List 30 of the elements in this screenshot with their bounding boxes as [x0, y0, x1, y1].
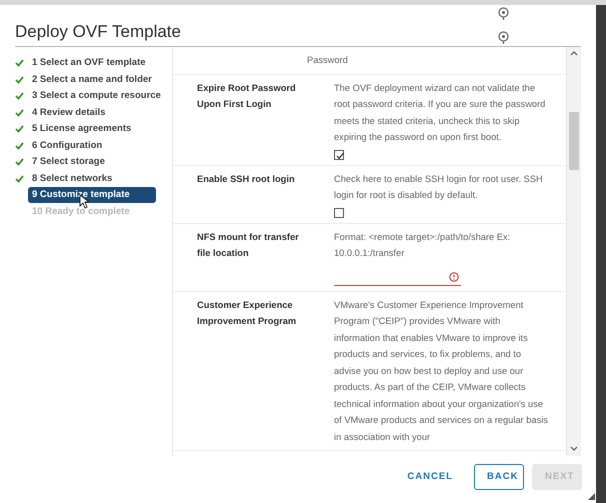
marker-icon — [498, 31, 509, 45]
resize-grip-icon[interactable] — [588, 493, 595, 500]
checkbox[interactable] — [334, 150, 344, 160]
marker-icon — [498, 7, 509, 21]
property-label: Customer Experience Improvement Program — [197, 298, 298, 328]
wizard-step[interactable]: 4 Review details — [28, 104, 110, 121]
wizard-step[interactable]: 1 Select an OVF template — [28, 55, 150, 72]
wizard-step[interactable]: 7 Select storage — [28, 154, 109, 170]
wizard-step[interactable]: 5 License agreements — [28, 121, 136, 138]
property-label: NFS mount for transfer file location — [197, 230, 300, 260]
scrollbar[interactable] — [567, 47, 581, 456]
property-label: Enable SSH root login — [197, 172, 296, 186]
property-description: Format: <remote target>:/path/to/share Ex: 10.0.0.1:/transfer — [334, 230, 512, 260]
wizard-step[interactable]: 3 Select a compute resource — [28, 88, 165, 104]
wizard-step[interactable]: 6 Configuration — [28, 138, 106, 154]
back-button[interactable]: BACK — [474, 464, 524, 490]
cancel-button[interactable]: CANCEL — [394, 464, 466, 490]
wizard-step[interactable]: 8 Select networks — [28, 170, 116, 187]
dialog-title: Deploy OVF Template — [15, 22, 181, 41]
property-description: Password — [307, 54, 349, 67]
wizard-step[interactable]: 9 Customize template — [28, 187, 156, 204]
property-description: VMware's Customer Experience Improvement Program ("CEIP") provides VMware with information that enables VMware to improve its products and services, to fix problems, and to advise you on how best to deploy and use our products. As part of the CEIP, VMware collects technical information about your organization's use of VMware products and services on a regular basis in association with your — [334, 298, 548, 444]
scrollbar-thumb[interactable] — [569, 112, 579, 170]
property-description: Check here to enable SSH login for root user. SSH login for root is disabled by default. — [334, 172, 544, 202]
wizard-step[interactable]: 2 Select a name and folder — [28, 72, 156, 88]
property-description: The OVF deployment wizard can not validate the root password criteria. If you are sure the password meets the stated criteria, uncheck this to skip expiring the password on upon first boot. — [334, 82, 546, 144]
scroll-up-icon[interactable] — [570, 50, 578, 56]
property-label: Expire Root Password Upon First Login — [197, 82, 297, 111]
scroll-down-icon[interactable] — [570, 446, 578, 452]
checkbox[interactable] — [334, 208, 344, 218]
